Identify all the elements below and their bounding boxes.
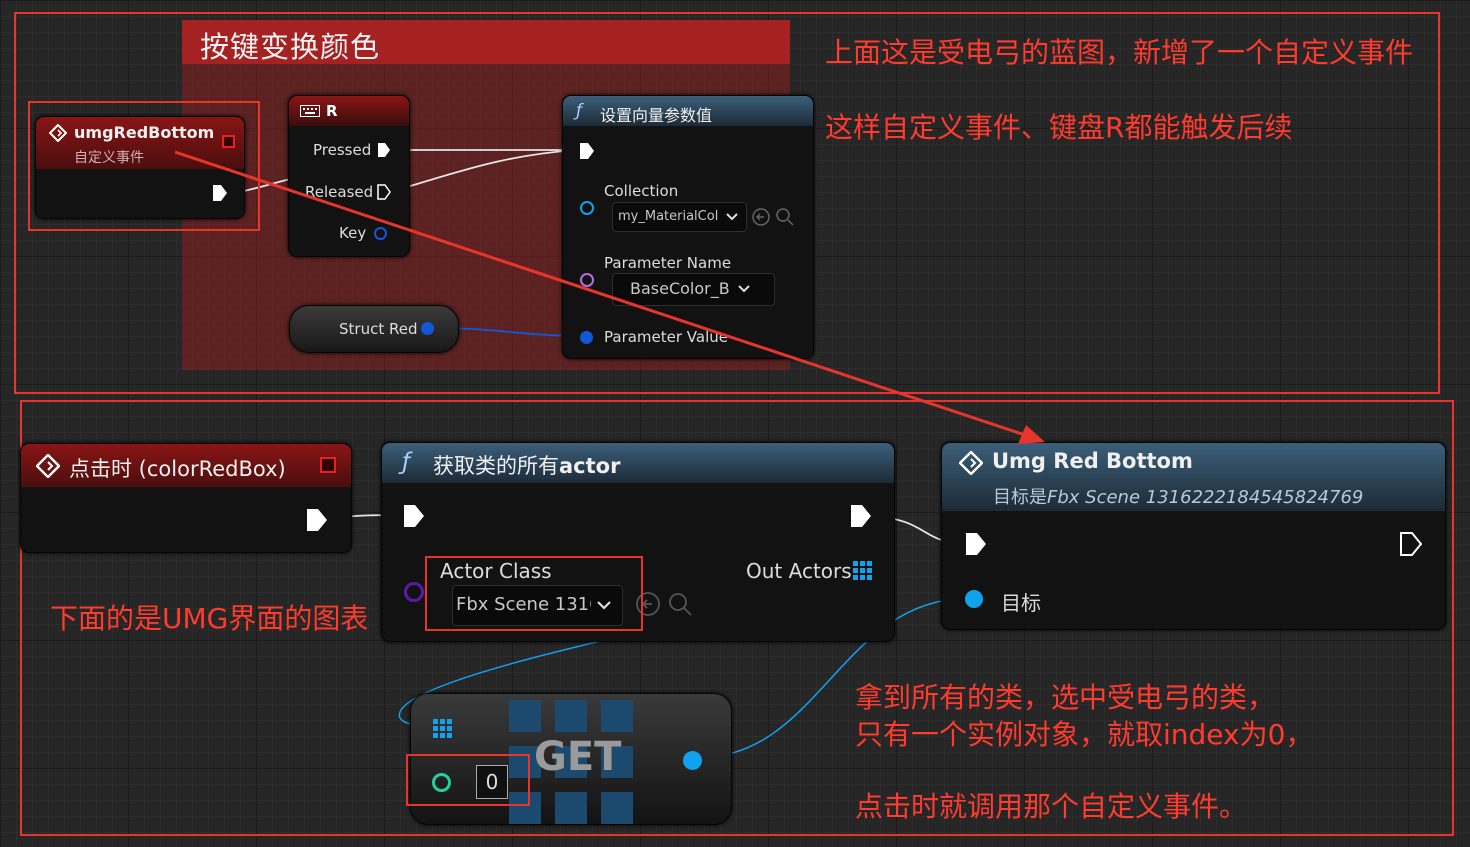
arrow-head-icon	[1018, 425, 1045, 444]
annotation-arrow-layer	[174, 150, 1045, 444]
annotation-arrow	[174, 150, 1029, 438]
